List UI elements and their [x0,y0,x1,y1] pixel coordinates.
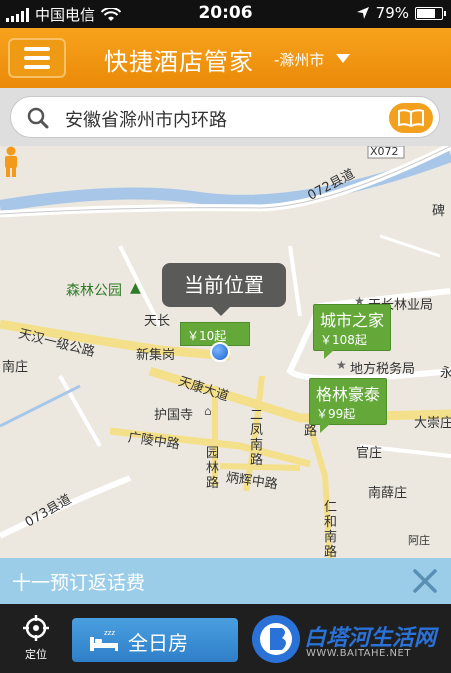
road-label-erfeng: 二凤南路 [250,408,264,468]
search-input[interactable]: 安徽省滁州市内环路 [65,106,227,132]
locate-label: 定位 [25,648,47,661]
road-label-072-tag: X072 [370,146,399,158]
room-type-label: 全日房 [128,631,188,655]
svg-text:zzz: zzz [104,629,115,637]
status-bar: 中国电信 20:06 79% [0,0,451,28]
hotel-marker[interactable]: 城市之家 ￥108起 [313,304,392,359]
place-xinjigang: 新集岗 [136,348,176,363]
road-label-yuanlin: 园林路 [206,446,220,491]
place-bei: 碑 [432,204,446,219]
promo-banner[interactable]: 十一预订返话费 [0,558,451,604]
menu-icon [24,47,50,51]
place-tax-bureau: 地方税务局 [350,362,416,377]
hotel-marker[interactable]: 格林豪泰 ￥99起 [309,378,388,433]
place-huguosi: 护国寺 [154,408,194,423]
battery-fill [417,8,436,18]
crosshair-icon [23,615,49,641]
battery-icon [415,6,446,20]
caret-down-icon[interactable] [336,54,350,63]
place-tian: 天长 [144,314,171,329]
promo-text: 十一预订返话费 [12,572,146,594]
logo-icon [252,615,300,663]
location-arrow-icon [356,7,369,19]
city-selector[interactable]: -滁州市 [274,49,324,70]
hotel-price: ￥99起 [316,407,356,421]
hotel-price: ￥10起 [187,329,227,343]
place-nanxuezhuang: 南薛庄 [368,486,408,501]
current-location-dot [210,342,230,362]
watermark-logo: 白塔河生活网 WWW.BAITAHE.NET [246,604,451,673]
tree-icon: ▲ [130,280,141,296]
app-header: 快捷酒店管家 -滁州市 [0,28,451,88]
road-label-renhe: 仁和南路 [324,500,338,558]
battery-percent: 79% [375,4,409,22]
place-nanzhuang: 南庄 [2,360,29,375]
bed-icon: zzz [90,629,118,651]
hotel-name: 城市之家 [320,311,385,330]
place-ahe: 阿庄 [408,534,430,547]
search-box[interactable]: 安徽省滁州市内环路 [10,96,440,138]
search-bar: 安徽省滁州市内环路 [0,88,451,146]
star-icon: ★ [336,358,347,372]
place-yong: 永 [440,366,451,381]
hotel-price: ￥108起 [320,333,367,347]
place-dachongzhuang: 大崇庄 [414,416,451,431]
hotel-name: 格林豪泰 [316,385,381,404]
person-icon [5,146,17,177]
current-location-callout: 当前位置 [162,263,286,316]
close-icon[interactable] [409,565,441,597]
locate-button[interactable]: 定位 [14,614,58,666]
menu-button[interactable] [8,38,66,78]
place-guanzhuang: 官庄 [356,446,383,461]
place-forest-park: 森林公园 [66,283,122,299]
map-view[interactable]: X072 072县道 碑 森林公园 ▲ 天长林业局 ★ 天长 新集岗 南庄 天汉… [0,146,451,558]
app-title: 快捷酒店管家 [104,48,254,76]
search-icon [27,107,49,129]
room-type-button[interactable]: zzz 全日房 [72,618,238,662]
temple-icon: ⌂ [204,404,212,418]
watermark-url: WWW.BAITAHE.NET [306,648,411,659]
book-icon [398,109,424,128]
address-book-button[interactable] [389,103,433,133]
